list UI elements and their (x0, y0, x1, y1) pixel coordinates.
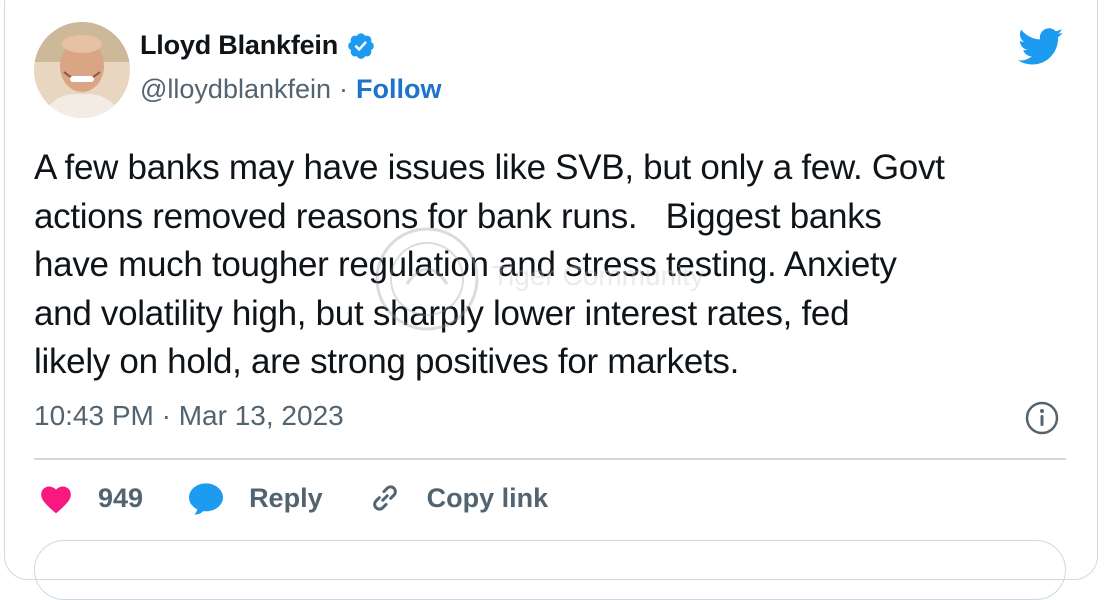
avatar[interactable] (34, 22, 130, 118)
reply-button[interactable]: Reply (187, 481, 323, 515)
reply-label: Reply (249, 482, 323, 513)
separator-dot: · (339, 74, 349, 104)
info-icon[interactable] (1024, 400, 1060, 436)
avatar-image (34, 22, 130, 118)
copy-link-button[interactable]: Copy link (367, 480, 549, 516)
like-count: 949 (98, 482, 144, 513)
divider (34, 458, 1066, 460)
follow-button[interactable]: Follow (356, 74, 441, 105)
verified-badge-icon (348, 32, 374, 59)
tweet-text: A few banks may have issues like SVB, bu… (34, 148, 945, 381)
twitter-bird-icon[interactable] (1018, 28, 1064, 66)
read-replies-button[interactable] (34, 540, 1066, 600)
link-icon (372, 485, 397, 511)
action-bar: 949 Reply Copy link (38, 480, 592, 516)
author-handle[interactable]: @lloydblankfein (140, 74, 331, 105)
heart-icon (41, 486, 71, 514)
copy-link-label: Copy link (426, 482, 549, 513)
reply-icon (189, 483, 224, 515)
tweet-timestamp[interactable]: 10:43 PM · Mar 13, 2023 (34, 400, 344, 432)
author-name[interactable]: Lloyd Blankfein (140, 30, 338, 61)
like-button[interactable]: 949 (38, 482, 143, 514)
